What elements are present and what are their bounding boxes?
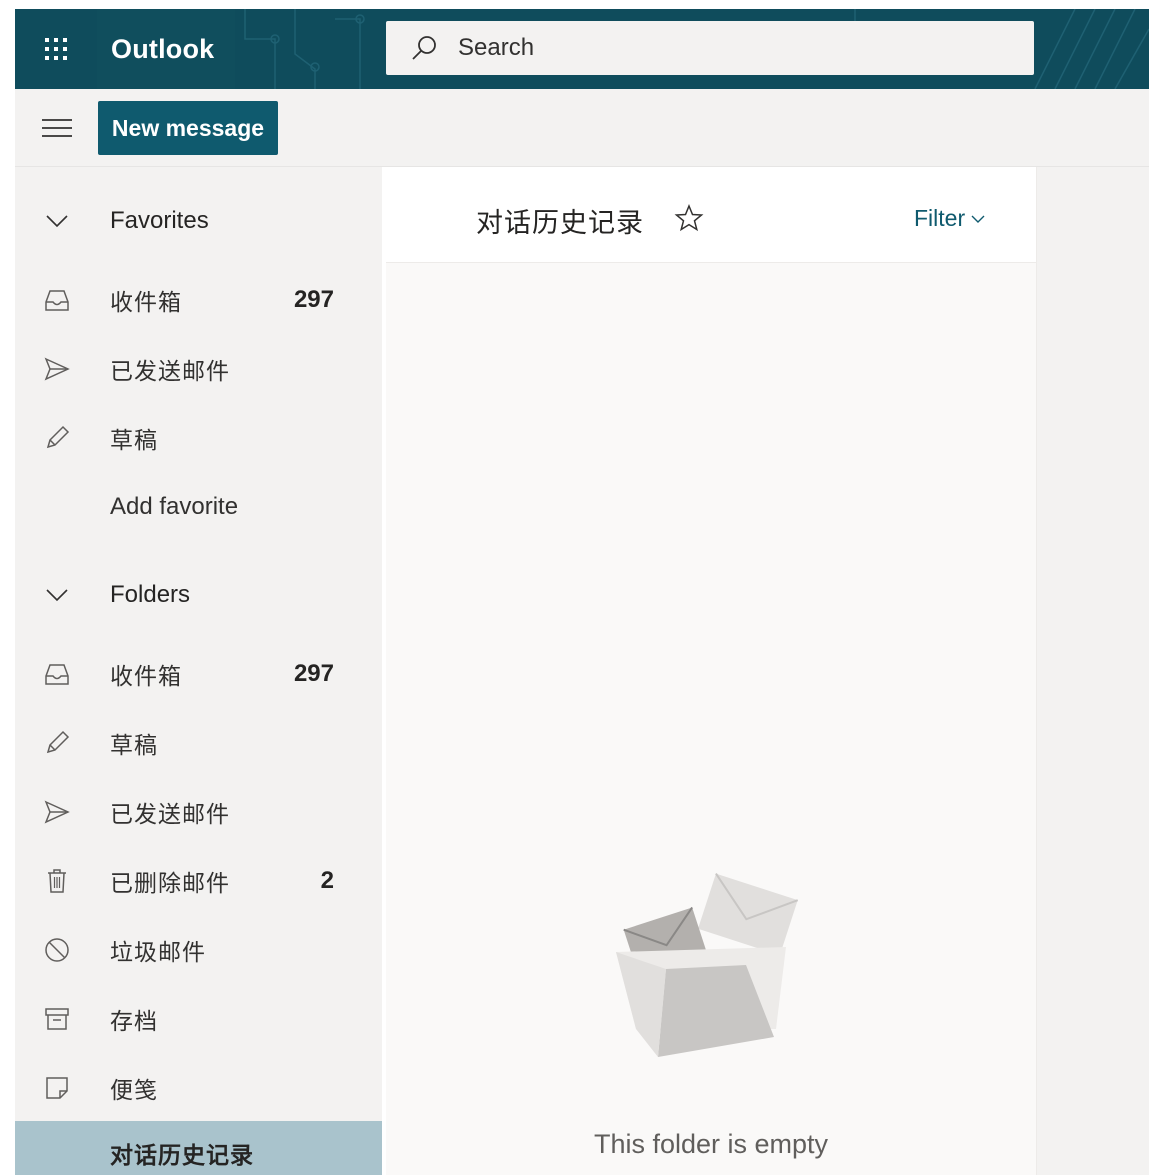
search-placeholder: Search xyxy=(458,34,535,61)
unread-count: 297 xyxy=(293,286,334,313)
inbox-icon xyxy=(42,285,72,315)
sidebar-item-label: 已删除邮件 xyxy=(110,871,230,897)
sidebar-item-label: 草稿 xyxy=(110,428,158,454)
drafts-pencil-icon xyxy=(42,728,72,758)
junk-blocked-icon xyxy=(42,935,72,965)
folders-label: Folders xyxy=(110,581,191,608)
sidebar-item-label: 收件箱 xyxy=(110,664,182,690)
chevron-down-icon xyxy=(971,215,985,223)
message-list: 对话历史记录 Filter This folder is empty xyxy=(386,167,1036,1175)
add-favorite-label: Add favorite xyxy=(110,493,239,520)
add-favorite-link[interactable]: Add favorite xyxy=(15,475,382,539)
sidebar-item-label: 便笺 xyxy=(110,1078,158,1104)
favorites-item-sent[interactable]: 已发送邮件 xyxy=(15,337,382,401)
folder-item-archive[interactable]: 存档 xyxy=(15,987,382,1051)
collapse-nav-button[interactable] xyxy=(39,112,75,144)
folder-item-drafts[interactable]: 草稿 xyxy=(15,711,382,775)
command-bar: New message xyxy=(15,89,1149,167)
folder-item-deleted[interactable]: 已删除邮件 2 xyxy=(15,849,382,913)
empty-folder-message: This folder is empty xyxy=(593,1129,829,1159)
chevron-down-icon xyxy=(42,206,72,236)
sidebar-item-label: 已发送邮件 xyxy=(110,802,230,828)
search-box[interactable]: Search xyxy=(386,21,1034,75)
filter-label: Filter xyxy=(914,205,966,231)
archive-icon xyxy=(42,1004,72,1034)
chevron-down-icon xyxy=(42,580,72,610)
reading-pane xyxy=(1036,167,1149,1175)
empty-folder-illustration xyxy=(616,873,799,1057)
top-header-bar: Outlook Search xyxy=(15,9,1149,89)
folder-item-sent[interactable]: 已发送邮件 xyxy=(15,780,382,844)
favorites-section-toggle[interactable]: Favorites xyxy=(15,189,382,253)
sidebar-item-label: 已发送邮件 xyxy=(110,359,230,385)
sent-icon xyxy=(42,797,72,827)
sidebar-item-label: 存档 xyxy=(110,1009,158,1035)
sidebar-item-label: 草稿 xyxy=(110,733,158,759)
new-message-button[interactable]: New message xyxy=(98,101,278,155)
folders-section-toggle[interactable]: Folders xyxy=(15,563,382,627)
app-name[interactable]: Outlook xyxy=(97,9,235,89)
favorites-item-drafts[interactable]: 草稿 xyxy=(15,406,382,470)
sidebar-item-label: 收件箱 xyxy=(110,290,182,316)
drafts-pencil-icon xyxy=(42,423,72,453)
sent-icon xyxy=(42,354,72,384)
unread-count: 297 xyxy=(293,660,334,687)
add-to-favorites-star-icon[interactable] xyxy=(674,203,704,233)
waffle-icon xyxy=(45,38,67,60)
favorites-label: Favorites xyxy=(110,207,209,234)
notes-icon xyxy=(42,1073,72,1103)
trash-icon xyxy=(42,866,72,896)
folder-pane: Favorites 收件箱 297 已发送邮件 草稿 Add favorite … xyxy=(15,167,382,1175)
search-icon xyxy=(412,36,436,60)
folder-item-conversation-history[interactable]: 对话历史记录 xyxy=(15,1121,382,1175)
sidebar-item-label: 垃圾邮件 xyxy=(110,940,206,966)
unread-count: 2 xyxy=(320,867,334,894)
folder-item-junk[interactable]: 垃圾邮件 xyxy=(15,918,382,982)
filter-button[interactable]: Filter xyxy=(914,205,986,232)
app-launcher-button[interactable] xyxy=(15,9,97,89)
favorites-item-inbox[interactable]: 收件箱 297 xyxy=(15,268,382,332)
folder-title: 对话历史记录 xyxy=(476,208,644,239)
folder-item-notes[interactable]: 便笺 xyxy=(15,1056,382,1120)
sidebar-item-label: 对话历史记录 xyxy=(110,1143,254,1169)
message-list-header: 对话历史记录 Filter xyxy=(386,167,1036,263)
hamburger-menu-icon xyxy=(42,119,72,137)
inbox-icon xyxy=(42,659,72,689)
folder-item-inbox[interactable]: 收件箱 297 xyxy=(15,642,382,706)
